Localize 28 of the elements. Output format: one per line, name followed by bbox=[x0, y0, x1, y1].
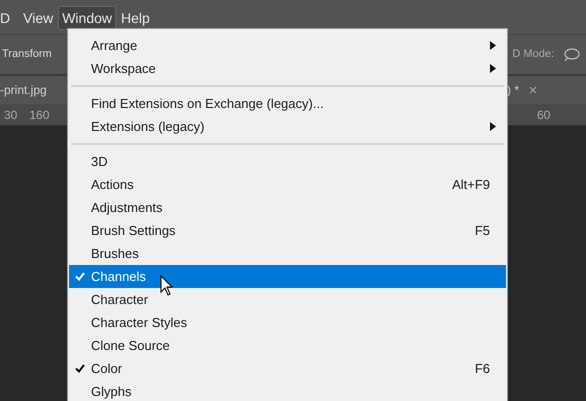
menu-item[interactable]: Brush Settings F5 bbox=[69, 219, 506, 242]
menu-item[interactable]: Color F6 bbox=[69, 357, 506, 380]
ruler-label: 160 bbox=[29, 106, 50, 124]
menu-item[interactable]: Brushes bbox=[69, 242, 506, 265]
ruler-label: 30 bbox=[4, 106, 18, 124]
menu-item[interactable]: Clone Source bbox=[69, 334, 506, 357]
menu-bar-item[interactable]: Help bbox=[117, 6, 154, 30]
menu-item[interactable]: Find Extensions on Exchange (legacy)... bbox=[69, 92, 506, 115]
options-label: D Mode: bbox=[512, 47, 554, 62]
menu-item[interactable]: Actions Alt+F9 bbox=[69, 173, 506, 196]
menu-item[interactable]: Channels bbox=[69, 265, 506, 288]
menu-item[interactable]: Character bbox=[69, 288, 506, 311]
document-tab[interactable]: -print.jpg bbox=[0, 76, 67, 104]
menu-bar-item[interactable]: Window bbox=[58, 6, 116, 30]
close-icon[interactable] bbox=[529, 86, 537, 94]
menu-item[interactable]: 3D bbox=[69, 150, 506, 173]
ruler-label: 60 bbox=[537, 106, 550, 124]
menu-bar-item[interactable]: View bbox=[19, 6, 58, 30]
menu-item[interactable]: Adjustments bbox=[69, 196, 506, 219]
menu-item[interactable]: Glyphs bbox=[69, 380, 506, 401]
menu-item[interactable]: Workspace bbox=[69, 57, 506, 80]
speech-bubble-icon[interactable] bbox=[562, 46, 580, 62]
menu-item[interactable]: Character Styles bbox=[69, 311, 506, 334]
options-label: Transform bbox=[1, 47, 53, 62]
menu-item[interactable]: Extensions (legacy) bbox=[69, 115, 506, 138]
mouse-pointer-icon bbox=[160, 275, 174, 297]
menu-item[interactable]: Arrange bbox=[69, 34, 506, 57]
menu-bar-item[interactable]: D bbox=[0, 6, 14, 30]
